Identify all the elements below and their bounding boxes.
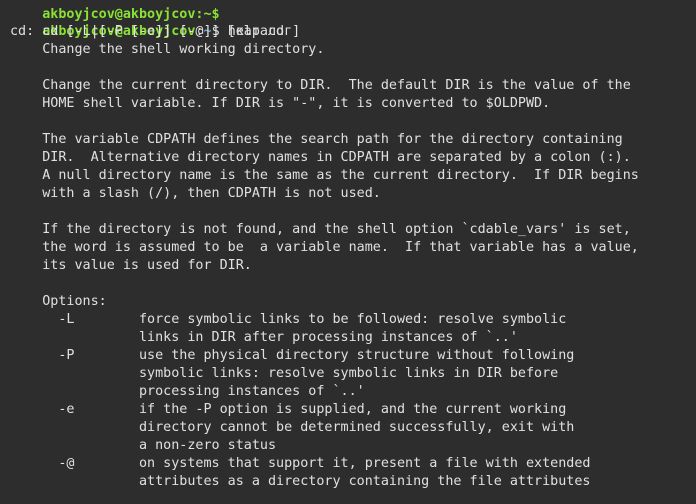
output-line: If the directory is not found, and the s…: [10, 222, 631, 237]
output-line: the word is assumed to be a variable nam…: [10, 240, 639, 255]
prompt-line: akboyjcov@akboyjcov:~$ help cd: [10, 5, 284, 39]
output-line: links in DIR after processing instances …: [10, 330, 518, 345]
output-line: -@ on systems that support it, present a…: [10, 456, 591, 471]
output-line: -e if the -P option is supplied, and the…: [10, 402, 567, 417]
output-line: directory cannot be determined successfu…: [10, 420, 575, 435]
output-line: Change the shell working directory.: [10, 42, 325, 57]
output-line: HOME shell variable. If DIR is "-", it i…: [10, 96, 551, 111]
output-line: The variable CDPATH defines the search p…: [10, 132, 623, 147]
output-line: attributes as a directory containing the…: [10, 474, 591, 489]
output-line: Change the current directory to DIR. The…: [10, 78, 631, 93]
output-line: -P use the physical directory structure …: [10, 348, 575, 363]
output-line: processing instances of `..': [10, 384, 365, 399]
output-line: symbolic links: resolve symbolic links i…: [10, 366, 559, 381]
output-line: cd: cd [-L|[-P [-e]] [-@]] [каталог]: [10, 24, 301, 39]
output-line: with a slash (/), then CDPATH is not use…: [10, 186, 381, 201]
output-line: -L force symbolic links to be followed: …: [10, 312, 567, 327]
output-line: DIR. Alternative directory names in CDPA…: [10, 150, 631, 165]
output-line: its value is used for DIR.: [10, 258, 252, 273]
output-line: A null directory name is the same as the…: [10, 168, 639, 183]
output-line: a non-zero status: [10, 438, 277, 453]
terminal-window[interactable]: akboyjcov@akboyjcov:~$ akboyjcov@akboyjc…: [0, 0, 696, 504]
output-line: Options:: [10, 294, 107, 309]
